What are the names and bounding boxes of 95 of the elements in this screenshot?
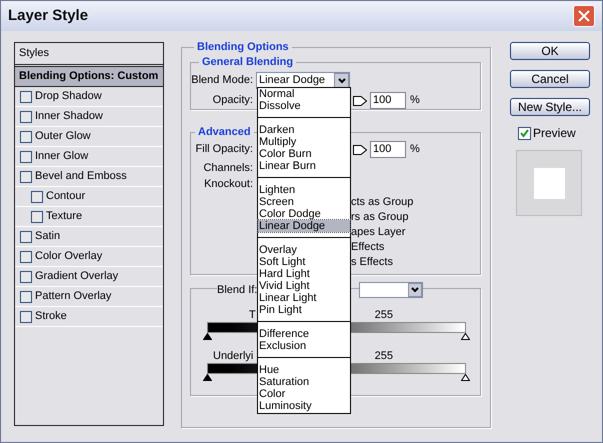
checkbox[interactable] — [20, 90, 32, 102]
style-item[interactable]: Stroke — [15, 307, 163, 327]
menu-item[interactable]: Pin Light — [258, 304, 350, 316]
slider-thumb-icon[interactable] — [461, 374, 470, 381]
checkbox[interactable] — [31, 210, 43, 222]
field-label: Knockout: — [203, 176, 253, 192]
option-label: s Effects — [351, 255, 394, 270]
style-item[interactable]: Outer Glow — [15, 127, 163, 147]
checkbox[interactable] — [20, 130, 32, 142]
checkbox[interactable] — [20, 170, 32, 182]
style-item[interactable]: Pattern Overlay — [15, 287, 163, 307]
menu-item[interactable]: Screen — [258, 196, 350, 208]
menu-item[interactable]: Linear Burn — [258, 160, 350, 172]
checkbox[interactable] — [20, 290, 32, 302]
close-icon[interactable] — [578, 10, 590, 22]
style-item[interactable]: Satin — [15, 227, 163, 247]
style-label: Outer Glow — [35, 129, 91, 144]
style-label: Stroke — [35, 309, 67, 324]
menu-item[interactable]: Saturation — [258, 376, 350, 388]
style-label: Pattern Overlay — [35, 289, 112, 304]
checkbox[interactable] — [31, 190, 43, 202]
style-item[interactable]: Blending Options: Custom — [15, 67, 163, 87]
slider-thumb-icon[interactable] — [461, 333, 470, 340]
style-label: Drop Shadow — [35, 89, 102, 104]
slider-label: T — [249, 308, 256, 323]
dialog-button[interactable]: New Style... — [510, 98, 590, 116]
slider-thumb-icon[interactable] — [353, 144, 367, 154]
style-label: Gradient Overlay — [35, 269, 118, 284]
menu-item[interactable]: Hue — [258, 364, 350, 376]
menu-item[interactable]: Color Dodge — [258, 208, 350, 220]
value-field[interactable]: 100 — [370, 92, 406, 109]
menu-item[interactable]: Luminosity — [258, 400, 350, 412]
slider-thumb-icon[interactable] — [203, 333, 212, 340]
preview-swatch — [516, 150, 582, 216]
unit-label: % — [410, 142, 420, 158]
style-label: Bevel and Emboss — [35, 169, 127, 184]
group-title: General Blending — [199, 55, 296, 69]
menu-item[interactable]: Darken — [258, 124, 350, 136]
field-label: Blend Mode: — [191, 73, 253, 88]
option-label: rs as Group — [351, 210, 410, 225]
slider-max-value: 255 — [374, 348, 393, 364]
window-title: Layer Style — [8, 6, 88, 26]
group-title: Blending Options — [194, 40, 292, 54]
menu-item[interactable]: Multiply — [258, 136, 350, 148]
style-item[interactable]: Bevel and Emboss — [15, 167, 163, 187]
style-item[interactable]: Inner Glow — [15, 147, 163, 167]
close-button[interactable] — [573, 5, 595, 27]
checkbox[interactable] — [518, 126, 531, 140]
menu-item[interactable]: Linear Light — [258, 292, 350, 304]
panel-header: Styles — [19, 46, 49, 62]
unit-label: % — [410, 93, 420, 108]
menu-item[interactable]: Soft Light — [258, 256, 350, 268]
slider-thumb-icon[interactable] — [203, 374, 212, 381]
checkbox[interactable] — [20, 250, 32, 262]
checkbox[interactable] — [20, 230, 32, 242]
checkbox[interactable] — [20, 110, 32, 122]
style-label: Inner Glow — [35, 149, 88, 164]
preview-label: Preview — [533, 125, 576, 142]
dialog-button[interactable]: Cancel — [510, 70, 590, 88]
checkbox[interactable] — [20, 310, 32, 322]
field-label: Opacity: — [212, 93, 253, 108]
option-label: apes Layer — [351, 225, 406, 240]
style-label: Color Overlay — [35, 249, 102, 264]
dialog-button[interactable]: OK — [510, 42, 590, 60]
style-item[interactable]: Drop Shadow — [15, 87, 163, 107]
menu-item[interactable]: Color Burn — [258, 148, 350, 160]
style-item[interactable]: Contour — [15, 187, 163, 207]
menu-item[interactable]: Exclusion — [258, 340, 350, 352]
checkbox[interactable] — [20, 150, 32, 162]
style-item[interactable]: Texture — [15, 207, 163, 227]
menu-item[interactable]: Hard Light — [258, 268, 350, 280]
menu-item[interactable]: Normal — [258, 88, 350, 100]
menu-item[interactable]: Dissolve — [258, 100, 350, 112]
style-item[interactable]: Color Overlay — [15, 247, 163, 267]
menu-item[interactable]: Lighten — [258, 184, 350, 196]
slider-max-value: 255 — [374, 308, 393, 323]
menu-item[interactable]: Color — [258, 388, 350, 400]
menu-item[interactable]: Linear Dodge — [258, 220, 350, 232]
style-label: Satin — [35, 229, 60, 244]
menu-item[interactable]: Vivid Light — [258, 280, 350, 292]
slider-label: Underlyi — [213, 348, 254, 364]
field-label: Fill Opacity: — [194, 142, 253, 158]
value-field[interactable]: 100 — [370, 141, 406, 158]
style-item[interactable]: Gradient Overlay — [15, 267, 163, 287]
option-label: cts as Group — [351, 195, 414, 210]
menu-item[interactable]: Overlay — [258, 244, 350, 256]
style-label: Contour — [46, 189, 86, 204]
style-item[interactable]: Inner Shadow — [15, 107, 163, 127]
option-label: Effects — [351, 240, 386, 255]
style-label: Texture — [46, 209, 82, 224]
style-label: Inner Shadow — [35, 109, 103, 124]
checkbox[interactable] — [20, 270, 32, 282]
slider-thumb-icon[interactable] — [353, 96, 367, 106]
menu-item[interactable]: Difference — [258, 328, 350, 340]
field-label: Channels: — [202, 160, 253, 176]
